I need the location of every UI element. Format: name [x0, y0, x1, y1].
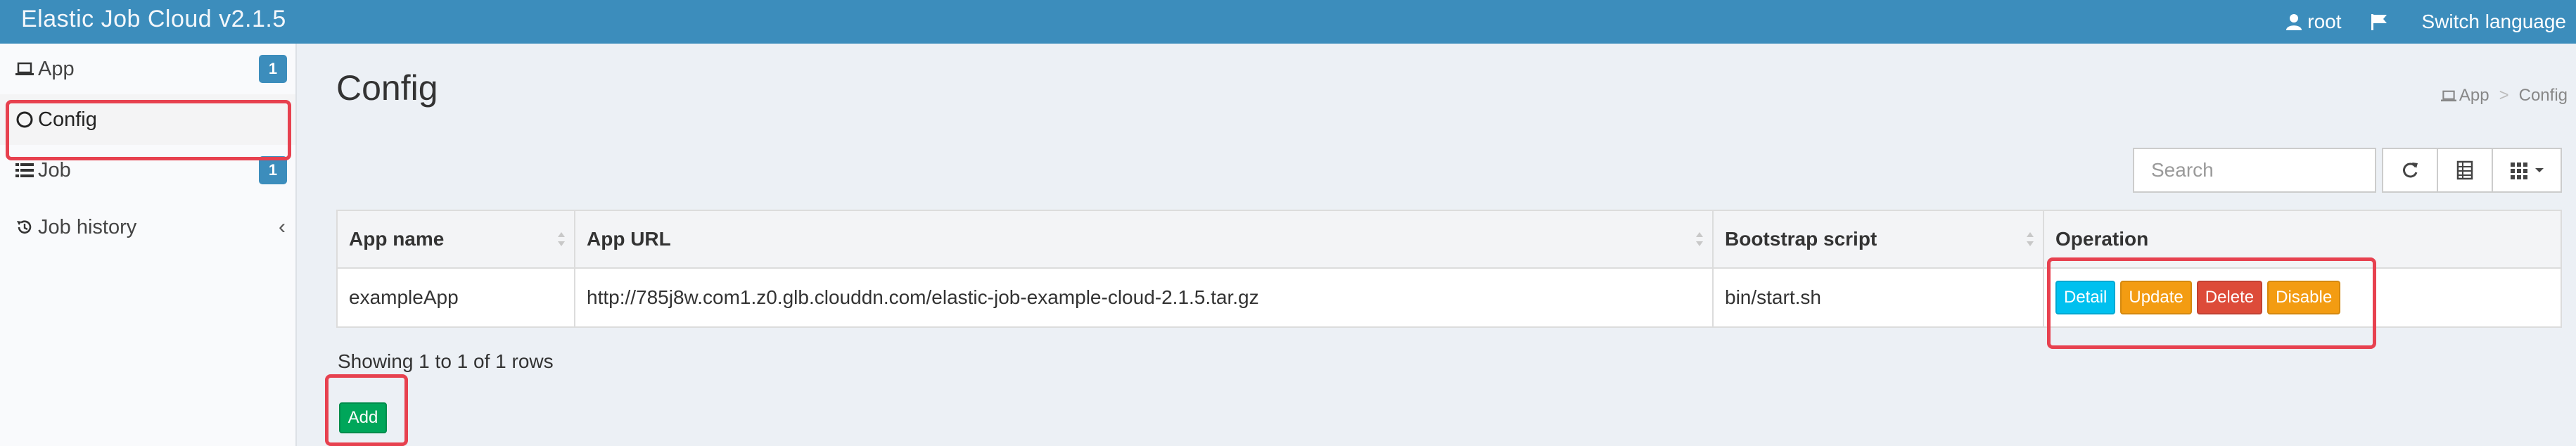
column-label: App name — [349, 228, 445, 250]
columns-dropdown-button[interactable] — [2492, 148, 2562, 193]
top-navbar: Elastic Job Cloud v2.1.5 root Switch lan… — [0, 0, 2576, 44]
cell-app-url: http://785j8w.com1.z0.glb.clouddn.com/el… — [575, 269, 1714, 326]
column-header-app-url[interactable]: App URL — [575, 211, 1714, 267]
column-label: Bootstrap script — [1725, 228, 1877, 250]
cell-bootstrap-script: bin/start.sh — [1714, 269, 2044, 326]
user-name: root — [2307, 11, 2342, 32]
sidebar-item-label: App — [38, 57, 75, 80]
sidebar-item-label: Job history — [38, 215, 137, 238]
notifications-button[interactable] — [2356, 0, 2408, 44]
list-view-icon — [2456, 160, 2473, 180]
sort-icon — [2027, 232, 2034, 246]
flag-icon — [2371, 14, 2387, 30]
toggle-view-button[interactable] — [2437, 148, 2493, 193]
navbar-right: root Switch language — [2272, 0, 2576, 44]
search-input[interactable] — [2133, 148, 2376, 193]
sort-icon — [558, 232, 565, 246]
sort-icon — [1696, 232, 1703, 246]
table-toolbar — [2382, 148, 2562, 193]
count-badge: 1 — [259, 156, 287, 184]
history-icon — [15, 218, 37, 236]
column-header-bootstrap-script[interactable]: Bootstrap script — [1714, 211, 2044, 267]
column-label: App URL — [587, 228, 671, 250]
breadcrumb: App > Config — [2440, 86, 2568, 106]
refresh-icon — [2403, 163, 2418, 178]
switch-language-button[interactable]: Switch language — [2408, 0, 2576, 44]
tasks-icon — [15, 163, 37, 178]
breadcrumb-app[interactable]: App — [2459, 86, 2489, 106]
laptop-icon — [15, 62, 37, 76]
user-menu[interactable]: root — [2272, 0, 2355, 44]
pagination-info: Showing 1 to 1 of 1 rows — [338, 350, 554, 372]
caret-down-icon — [2535, 168, 2544, 172]
grid-icon — [2511, 163, 2527, 179]
sidebar-item-app[interactable]: App 1 — [0, 44, 295, 94]
user-icon — [2286, 14, 2302, 30]
breadcrumb-config: Config — [2518, 86, 2568, 105]
highlight-operations — [2047, 257, 2376, 349]
laptop-icon — [2440, 90, 2456, 101]
brand-title[interactable]: Elastic Job Cloud v2.1.5 — [21, 6, 286, 33]
highlight-config — [6, 100, 291, 160]
page-title: Config — [336, 68, 438, 108]
sidebar-item-job-history[interactable]: Job history ‹ — [0, 196, 295, 259]
sidebar-item-label: Job — [38, 158, 71, 181]
breadcrumb-separator: > — [2499, 86, 2509, 105]
column-header-app-name[interactable]: App name — [338, 211, 575, 267]
cell-app-name: exampleApp — [338, 269, 575, 326]
chevron-left-icon: ‹ — [279, 215, 286, 238]
count-badge: 1 — [259, 55, 287, 83]
refresh-button[interactable] — [2382, 148, 2438, 193]
highlight-add — [325, 374, 408, 446]
column-label: Operation — [2055, 228, 2149, 250]
